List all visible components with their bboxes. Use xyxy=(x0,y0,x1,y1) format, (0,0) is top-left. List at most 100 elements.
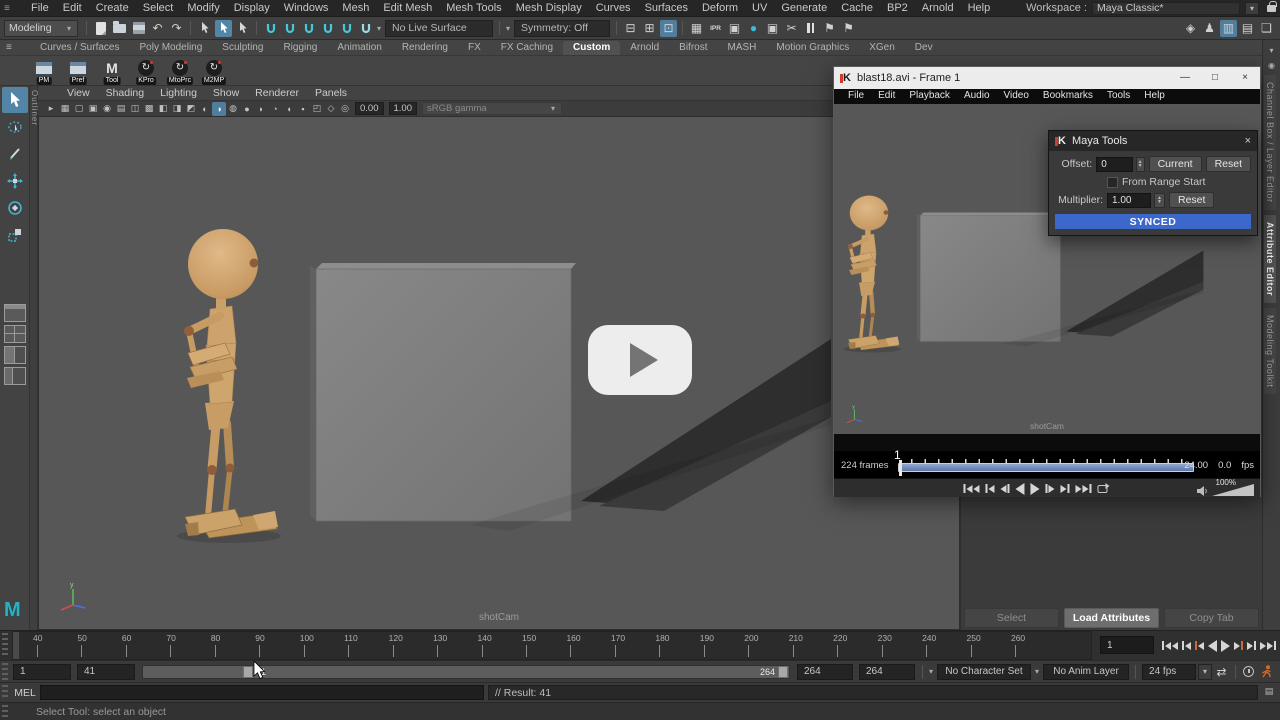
viewport-toolbar-icon[interactable]: ◰ xyxy=(310,102,324,116)
play-forward-button[interactable] xyxy=(1030,483,1039,495)
playback-start-field[interactable]: 41 xyxy=(77,664,135,680)
animation-end-field[interactable]: 264 xyxy=(859,664,915,680)
tab-channel-box[interactable]: Channel Box / Layer Editor xyxy=(1264,75,1276,210)
volume-control[interactable]: 100% xyxy=(1197,479,1254,498)
viewport-toolbar-icon[interactable]: ▸ xyxy=(44,102,58,116)
menu-item[interactable]: BP2 xyxy=(880,2,915,14)
previous-bookmark-button[interactable] xyxy=(985,484,994,493)
menu-item[interactable]: Help xyxy=(961,2,998,14)
go-to-range-end-button[interactable] xyxy=(1260,641,1276,650)
snap-point-icon[interactable] xyxy=(300,20,317,37)
play-forwards-button[interactable] xyxy=(1221,640,1230,652)
close-button[interactable]: × xyxy=(1230,67,1260,89)
panel-menu-item[interactable]: Shading xyxy=(99,87,152,99)
snap-curve-icon[interactable] xyxy=(281,20,298,37)
viewport-toolbar-icon[interactable]: ▢ xyxy=(72,102,86,116)
workspace-caret-icon[interactable]: ▾ xyxy=(1245,2,1259,15)
menu-item[interactable]: Create xyxy=(89,2,136,14)
undo-icon[interactable]: ↶ xyxy=(149,20,166,37)
menu-item[interactable]: Deform xyxy=(695,2,745,14)
menu-item[interactable]: Mesh Tools xyxy=(439,2,508,14)
shelf-menu-icon[interactable]: ≡ xyxy=(6,42,15,53)
shelf-tab[interactable]: Animation xyxy=(327,41,391,55)
go-to-end-button[interactable] xyxy=(1075,484,1091,493)
move-tool[interactable] xyxy=(2,168,28,194)
viewport-toolbar-icon[interactable]: ▩ xyxy=(142,102,156,116)
spin-down-icon[interactable]: ▼ xyxy=(1157,200,1162,204)
multiplier-spinner[interactable]: ▲▼ xyxy=(1154,193,1165,208)
view-transform-select[interactable]: sRGB gamma ▾ xyxy=(422,102,562,115)
snap-view-plane-icon[interactable] xyxy=(338,20,355,37)
pause-viewport-icon[interactable] xyxy=(802,20,819,37)
fps-caret-icon[interactable]: ▾ xyxy=(1198,664,1212,680)
copy-tab-button[interactable]: Copy Tab xyxy=(1164,608,1259,628)
viewport-toolbar-icon[interactable]: ▣ xyxy=(86,102,100,116)
output-connections-icon[interactable]: ⊞ xyxy=(641,20,658,37)
menu-item[interactable]: Edit xyxy=(56,2,89,14)
rail-dot-icon[interactable]: ◉ xyxy=(1263,61,1280,70)
tab-modeling-toolkit[interactable]: Modeling Toolkit xyxy=(1264,308,1276,394)
flag-two-icon[interactable]: ⚑ xyxy=(840,20,857,37)
flag-one-icon[interactable]: ⚑ xyxy=(821,20,838,37)
snap-projected-center-icon[interactable] xyxy=(319,20,336,37)
input-connections-icon[interactable]: ⊟ xyxy=(622,20,639,37)
tab-attribute-editor[interactable]: Attribute Editor xyxy=(1264,215,1276,303)
menu-item[interactable]: Modify xyxy=(180,2,226,14)
player-titlebar[interactable]: K blast18.avi - Frame 1 — □ × xyxy=(834,67,1260,89)
viewport-toolbar-icon[interactable]: ◫ xyxy=(128,102,142,116)
time-slider-ruler[interactable]: 4050607080901001101201301401501601701801… xyxy=(12,631,1092,660)
multiplier-reset-button[interactable]: Reset xyxy=(1169,192,1214,208)
shelf-tab[interactable]: MASH xyxy=(718,41,767,55)
menu-item[interactable]: Display xyxy=(227,2,277,14)
offset-reset-button[interactable]: Reset xyxy=(1206,156,1251,172)
range-slider-grip[interactable] xyxy=(2,663,8,680)
shelf-tab[interactable]: Rendering xyxy=(392,41,458,55)
minimize-button[interactable]: — xyxy=(1170,67,1200,89)
render-globe-icon[interactable]: ● xyxy=(745,20,762,37)
previous-key-button[interactable] xyxy=(1195,641,1204,650)
menu-item[interactable]: Mesh xyxy=(335,2,376,14)
channel-box-toggle-icon[interactable]: ▥ xyxy=(1220,20,1237,37)
menu-item[interactable]: Mesh Display xyxy=(509,2,589,14)
anim-layer-caret-icon[interactable]: ▾ xyxy=(1033,667,1041,676)
symmetry-caret-icon[interactable]: ▾ xyxy=(504,24,512,33)
attribute-editor-toggle-icon[interactable]: ▤ xyxy=(1239,20,1256,37)
player-menu-item[interactable]: Audio xyxy=(958,90,996,101)
menu-item[interactable]: File xyxy=(24,2,56,14)
live-surface-field[interactable]: No Live Surface xyxy=(385,20,493,37)
exposure-field[interactable]: 0.00 xyxy=(355,102,384,115)
time-slider-grip[interactable] xyxy=(2,633,8,658)
workspace-lock-icon[interactable] xyxy=(1267,5,1276,12)
construction-history-icon[interactable]: ⊡ xyxy=(660,20,677,37)
shelf-button-m2mp[interactable]: ↻M2MP xyxy=(200,57,228,85)
video-play-overlay-button[interactable] xyxy=(588,325,692,395)
player-menu-item[interactable]: Bookmarks xyxy=(1037,90,1099,101)
shelf-tab[interactable]: XGen xyxy=(859,41,905,55)
menu-item[interactable]: Cache xyxy=(834,2,880,14)
select-button[interactable]: Select xyxy=(964,608,1059,628)
viewport-toolbar-icon[interactable]: ◑ xyxy=(212,102,226,116)
panel-menu-item[interactable]: Panels xyxy=(308,87,354,99)
player-menu-item[interactable]: Playback xyxy=(903,90,956,101)
current-button[interactable]: Current xyxy=(1149,156,1202,172)
character-set-selector[interactable]: No Character Set xyxy=(937,664,1031,680)
shelf-button-pref[interactable]: Pref xyxy=(64,57,92,85)
viewport-toolbar-icon[interactable]: ◗ xyxy=(254,102,268,116)
current-time-field[interactable]: 1 xyxy=(1100,636,1154,654)
shelf-button-kpro[interactable]: ↻KPro xyxy=(132,57,160,85)
offset-input[interactable]: 0 xyxy=(1096,157,1132,172)
player-playhead[interactable] xyxy=(899,460,902,476)
select-component-icon[interactable] xyxy=(234,20,251,37)
viewport-toolbar-icon[interactable]: ◔ xyxy=(268,102,282,116)
gamma-field[interactable]: 1.00 xyxy=(389,102,418,115)
synced-button[interactable]: SYNCED xyxy=(1055,214,1251,229)
scale-tool[interactable] xyxy=(2,222,28,248)
animation-start-field[interactable]: 1 xyxy=(13,664,71,680)
save-scene-icon[interactable] xyxy=(130,20,147,37)
animation-preferences-icon[interactable] xyxy=(1243,666,1254,677)
symmetry-field[interactable]: Symmetry: Off xyxy=(514,20,610,37)
maximize-button[interactable]: □ xyxy=(1200,67,1230,89)
player-scrub-track[interactable] xyxy=(898,463,1194,472)
viewport-toolbar-icon[interactable]: ▪ xyxy=(296,102,310,116)
viewport-toolbar-icon[interactable]: ◩ xyxy=(184,102,198,116)
